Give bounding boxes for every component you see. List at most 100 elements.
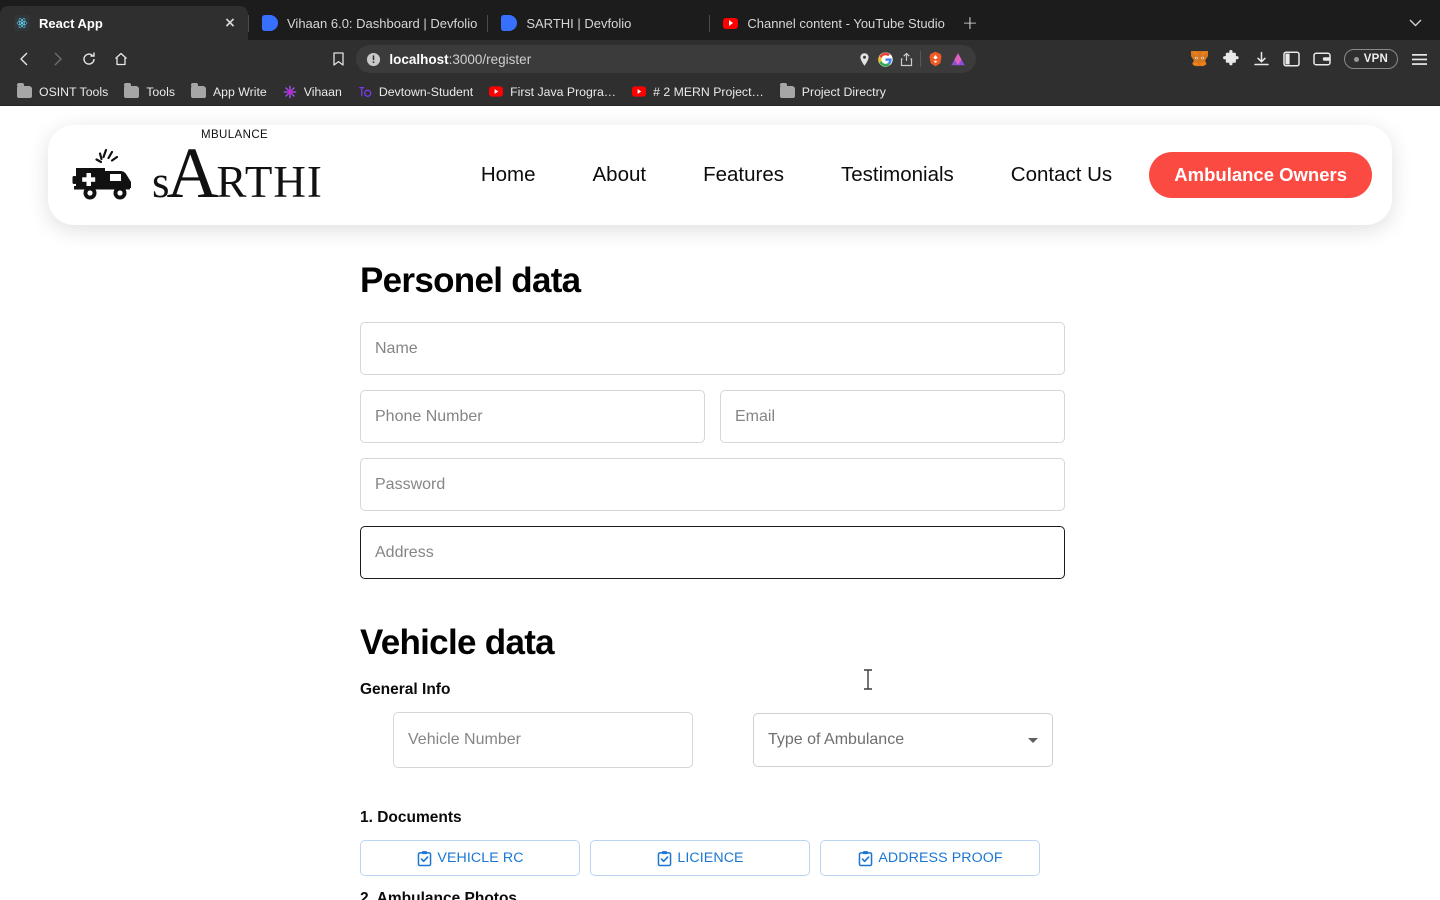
bookmark-tools[interactable]: Tools <box>117 82 182 101</box>
vpn-label: VPN <box>1363 53 1388 65</box>
devtown-icon <box>358 85 372 99</box>
tab-strip: React App × Vihaan 6.0: Dashboard | Devf… <box>0 0 1440 40</box>
site-nav-links: Home About Features Testimonials Contact… <box>481 163 1112 187</box>
personal-data-heading: Personel data <box>360 261 581 300</box>
vpn-button[interactable]: VPN <box>1343 49 1398 69</box>
devfolio-icon <box>262 15 278 31</box>
name-input-placeholder: Name <box>375 339 418 357</box>
address-input-placeholder: Address <box>375 543 434 561</box>
clipboard-check-icon <box>416 850 433 867</box>
site-logo[interactable]: s A RTHI MBULANCE <box>70 129 323 213</box>
vehicle-number-input[interactable]: Vehicle Number <box>393 712 693 768</box>
back-icon[interactable] <box>10 45 40 73</box>
logo-superscript: MBULANCE <box>201 128 269 141</box>
hamburger-menu-icon[interactable] <box>1411 52 1428 67</box>
chevron-down-icon[interactable] <box>1409 17 1422 30</box>
folder-icon <box>779 82 795 98</box>
bookmark-project-directry[interactable]: Project Directry <box>773 82 893 101</box>
upload-licience-button[interactable]: LICIENCE <box>590 840 810 876</box>
clipboard-check-icon <box>656 850 673 867</box>
share-icon[interactable] <box>900 52 913 67</box>
logo-letter-a: A <box>166 132 219 213</box>
document-button-label: VEHICLE RC <box>437 850 524 866</box>
logo-letters-rest: RTHI <box>216 156 323 207</box>
documents-label: 1. Documents <box>360 809 462 826</box>
nav-link-home[interactable]: Home <box>481 163 536 187</box>
name-input[interactable]: Name <box>360 322 1065 375</box>
tab-title: SARTHI | Devfolio <box>526 15 632 31</box>
ambulance-icon <box>70 146 148 204</box>
bookmark-label: Tools <box>146 84 175 99</box>
password-input[interactable]: Password <box>360 458 1065 511</box>
bookmarks-bar: OSINT Tools Tools App Write Vihaan Devto… <box>0 78 1440 106</box>
home-icon[interactable] <box>106 45 136 73</box>
vehicle-number-placeholder: Vehicle Number <box>408 731 521 748</box>
bookmark-icon[interactable] <box>331 51 346 67</box>
ambulance-owners-button[interactable]: Ambulance Owners <box>1149 151 1372 199</box>
form-row-vehicle-general: Vehicle Number Type of Ambulance <box>360 712 1440 768</box>
bookmark-app-write[interactable]: App Write <box>184 82 274 101</box>
google-icon[interactable] <box>878 51 894 67</box>
nav-link-features[interactable]: Features <box>703 163 784 187</box>
ambulance-photos-label: 2. Ambulance Photos <box>360 890 518 900</box>
address-bar[interactable]: localhost:3000/register <box>356 45 977 73</box>
upload-vehicle-rc-button[interactable]: VEHICLE RC <box>360 840 580 876</box>
vihaan-icon <box>283 85 297 99</box>
upload-address-proof-button[interactable]: ADDRESS PROOF <box>820 840 1040 876</box>
bookmark-devtown-student[interactable]: Devtown-Student <box>351 83 480 101</box>
forward-icon[interactable] <box>42 45 72 73</box>
form-row-phone-email: Phone Number Email <box>360 390 1440 443</box>
folder-icon <box>17 82 32 98</box>
url-host: localhost <box>389 51 449 67</box>
bookmark-vihaan[interactable]: Vihaan <box>276 83 349 101</box>
ambulance-type-select[interactable]: Type of Ambulance <box>753 713 1053 767</box>
bookmark-osint-tools[interactable]: OSINT Tools <box>10 82 115 101</box>
nav-link-contact-us[interactable]: Contact Us <box>1011 163 1112 187</box>
toolbar-divider <box>920 51 922 67</box>
site-info-icon[interactable] <box>366 52 381 67</box>
wallet-icon[interactable] <box>1313 51 1331 67</box>
metamask-icon[interactable] <box>1190 50 1209 68</box>
location-pin-icon[interactable] <box>858 52 871 67</box>
bookmark-first-java-program[interactable]: First Java Progra… <box>482 83 623 101</box>
sidebar-icon[interactable] <box>1283 51 1300 67</box>
brave-lion-icon[interactable] <box>928 51 943 67</box>
brave-rewards-icon[interactable] <box>950 52 966 67</box>
nav-link-about[interactable]: About <box>593 163 647 187</box>
youtube-icon <box>723 17 739 29</box>
react-icon <box>14 15 30 31</box>
form-row-password: Password <box>360 458 1440 511</box>
omnibox-actions <box>848 51 966 67</box>
ambulance-type-placeholder: Type of Ambulance <box>768 731 905 748</box>
browser-tab-sarthi-devfolio[interactable]: SARTHI | Devfolio <box>487 6 641 40</box>
browser-tab-youtube-studio[interactable]: Channel content - YouTube Studio <box>709 6 955 40</box>
address-bar-url: localhost:3000/register <box>389 52 531 67</box>
folder-icon <box>190 82 206 98</box>
address-input[interactable]: Address <box>360 526 1065 579</box>
nav-link-testimonials[interactable]: Testimonials <box>841 163 954 187</box>
youtube-icon <box>489 85 504 99</box>
tab-title: React App <box>39 15 103 31</box>
documents-button-row: VEHICLE RC LICIENCE ADDRESS PROOF <box>360 840 1440 876</box>
phone-number-input[interactable]: Phone Number <box>360 390 705 443</box>
browser-toolbar: localhost:3000/register VPN <box>0 40 1440 78</box>
email-input[interactable]: Email <box>720 390 1065 443</box>
browser-tab-react-app[interactable]: React App × <box>0 6 248 40</box>
downloads-icon[interactable] <box>1253 51 1270 68</box>
reload-icon[interactable] <box>74 45 104 73</box>
browser-toolbar-actions: VPN <box>1164 49 1430 69</box>
close-icon[interactable]: × <box>222 16 238 30</box>
bookmark-label: Project Directry <box>801 84 886 99</box>
folder-icon <box>124 82 140 98</box>
form-row-name: Name <box>360 322 1440 375</box>
extensions-icon[interactable] <box>1222 50 1240 68</box>
chevron-down-icon <box>1028 737 1038 743</box>
bookmark-label: Devtown-Student <box>378 84 474 99</box>
bookmark-label: OSINT Tools <box>39 84 109 99</box>
omnibox-wrapper: localhost:3000/register <box>138 45 1162 73</box>
new-tab-button[interactable]: + <box>955 8 985 38</box>
bookmark-mern-project[interactable]: # 2 MERN Project… <box>625 83 771 101</box>
browser-tab-vihaan-dashboard[interactable]: Vihaan 6.0: Dashboard | Devfolio <box>248 6 487 40</box>
bookmark-label: First Java Progra… <box>510 84 617 99</box>
bookmark-label: App Write <box>212 84 267 99</box>
